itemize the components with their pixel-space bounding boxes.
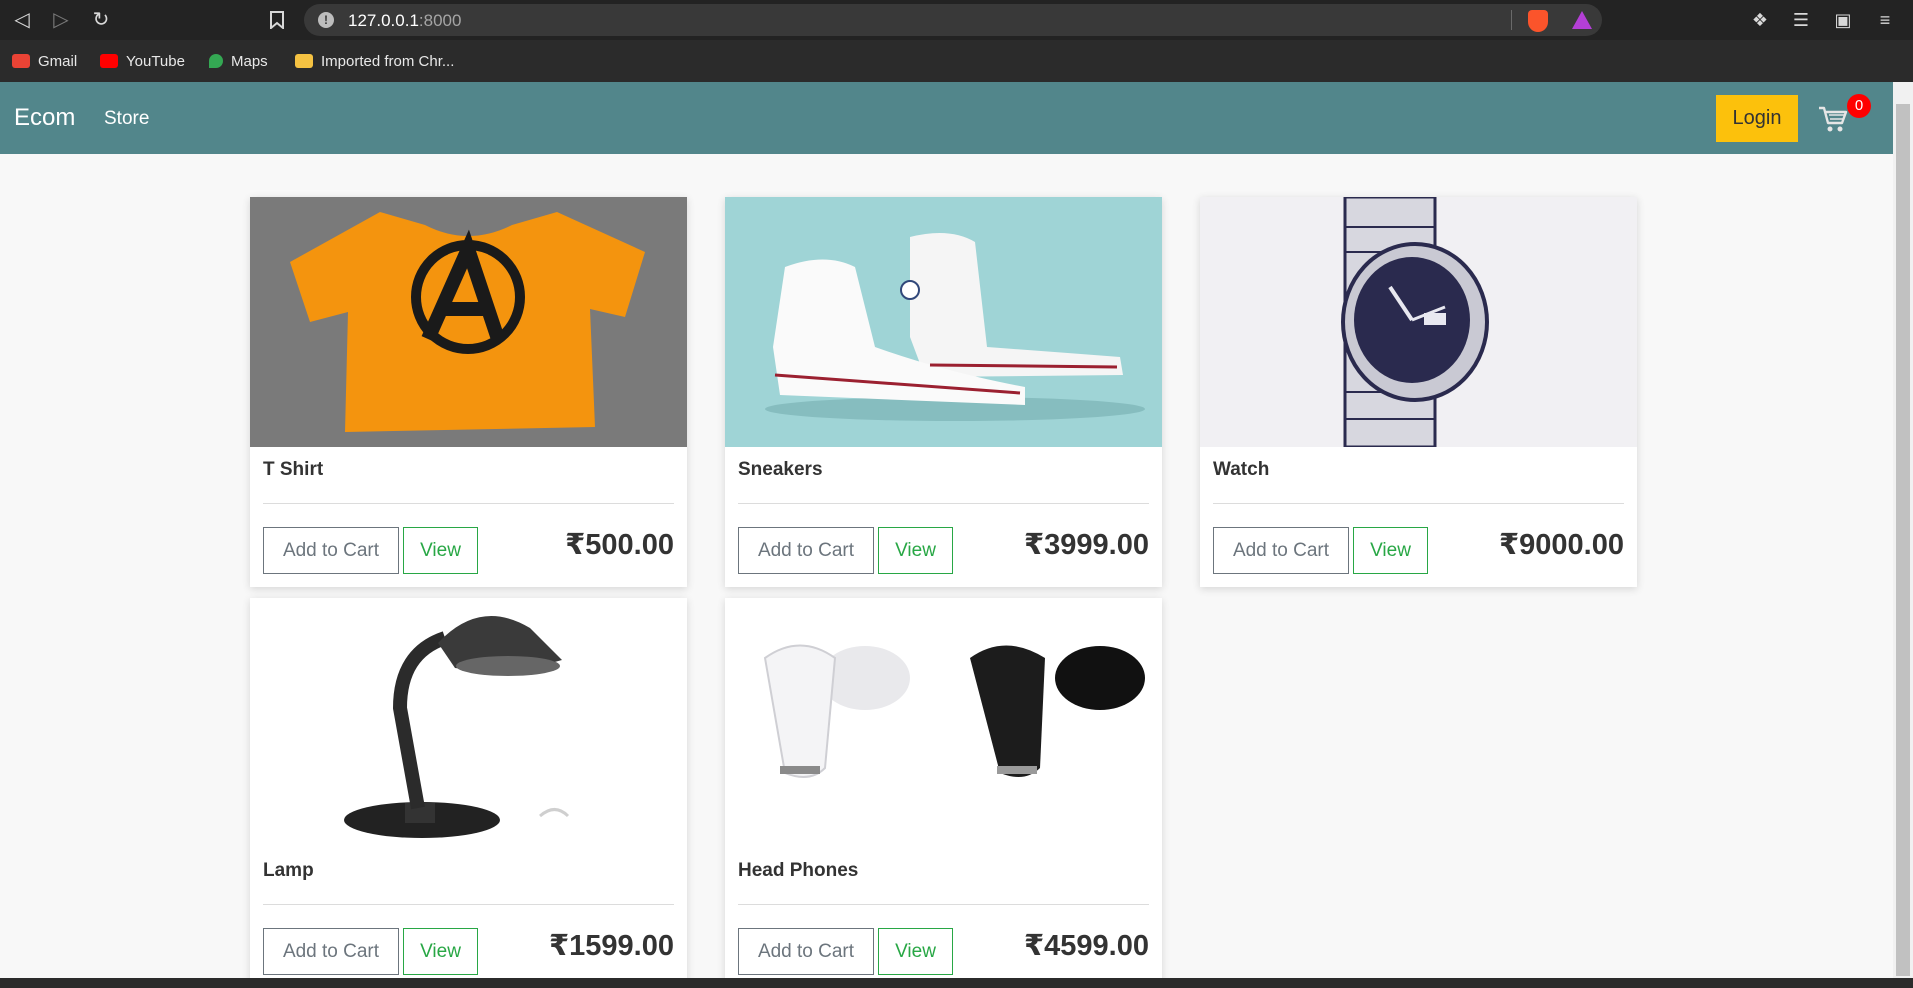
address-bar[interactable]: ! 127.0.0.1:8000 <box>304 4 1602 36</box>
product-image-lamp[interactable] <box>250 598 687 848</box>
card-divider <box>263 904 674 905</box>
view-button[interactable]: View <box>1353 527 1428 574</box>
card-divider <box>738 503 1149 504</box>
bookmark-label: Maps <box>231 52 268 70</box>
cart-count-badge: 0 <box>1847 94 1871 118</box>
product-card: Watch Add to Cart View ₹9000.00 <box>1200 197 1637 587</box>
product-name[interactable]: Sneakers <box>738 459 823 481</box>
card-divider <box>738 904 1149 905</box>
extensions-icon[interactable]: ❖ <box>1746 6 1774 34</box>
site-info-icon[interactable]: ! <box>318 12 334 28</box>
bookmark-youtube[interactable]: YouTube <box>100 50 185 72</box>
folder-icon <box>295 54 313 68</box>
media-queue-icon[interactable]: ☰ <box>1787 6 1815 34</box>
product-image-headphones[interactable] <box>725 598 1162 848</box>
cart-icon[interactable] <box>1818 104 1848 134</box>
bookmark-label: Gmail <box>38 52 78 70</box>
product-card: Lamp Add to Cart View ₹1599.00 <box>250 598 687 988</box>
bookmark-icon[interactable] <box>263 6 291 34</box>
bookmark-gmail[interactable]: Gmail <box>12 50 77 72</box>
product-price: ₹500.00 <box>565 529 674 561</box>
card-divider <box>263 503 674 504</box>
product-name[interactable]: Watch <box>1213 459 1269 481</box>
app-navbar: Ecom Store Login 0 <box>0 82 1893 154</box>
add-to-cart-button[interactable]: Add to Cart <box>263 928 399 975</box>
product-card: T Shirt Add to Cart View ₹500.00 <box>250 197 687 587</box>
add-to-cart-button[interactable]: Add to Cart <box>263 527 399 574</box>
window-bottom-edge <box>0 978 1913 988</box>
brave-shields-icon[interactable] <box>1528 10 1548 32</box>
product-price: ₹1599.00 <box>548 930 674 962</box>
brave-rewards-icon[interactable] <box>1572 11 1592 29</box>
login-button[interactable]: Login <box>1716 95 1798 142</box>
page-scrollbar[interactable] <box>1893 82 1913 978</box>
maps-icon <box>209 54 223 68</box>
url-divider <box>1511 10 1512 30</box>
back-icon[interactable]: ◁ <box>8 6 36 34</box>
brand-logo[interactable]: Ecom <box>14 104 75 132</box>
product-card: Sneakers Add to Cart View ₹3999.00 <box>725 197 1162 587</box>
product-name[interactable]: T Shirt <box>263 459 323 481</box>
view-button[interactable]: View <box>403 527 478 574</box>
add-to-cart-button[interactable]: Add to Cart <box>738 928 874 975</box>
product-price: ₹9000.00 <box>1498 529 1624 561</box>
product-card: Head Phones Add to Cart View ₹4599.00 <box>725 598 1162 988</box>
gmail-icon <box>12 54 30 68</box>
product-image-watch[interactable] <box>1200 197 1637 447</box>
bookmarks-bar: Gmail YouTube Maps Imported from Chr... <box>0 40 1913 82</box>
browser-toolbar: ◁ ▷ ↻ ! 127.0.0.1:8000 ❖ ☰ ▣ ≡ <box>0 0 1913 40</box>
bookmark-label: Imported from Chr... <box>321 52 455 70</box>
product-name[interactable]: Head Phones <box>738 860 858 882</box>
add-to-cart-button[interactable]: Add to Cart <box>738 527 874 574</box>
wallet-icon[interactable]: ▣ <box>1829 6 1857 34</box>
reload-icon[interactable]: ↻ <box>87 6 115 34</box>
add-to-cart-button[interactable]: Add to Cart <box>1213 527 1349 574</box>
card-divider <box>1213 503 1624 504</box>
bookmark-maps[interactable]: Maps <box>209 50 268 72</box>
product-image-sneakers[interactable] <box>725 197 1162 447</box>
nav-link-store[interactable]: Store <box>104 108 149 130</box>
view-button[interactable]: View <box>878 928 953 975</box>
product-price: ₹3999.00 <box>1023 529 1149 561</box>
bookmark-imported-folder[interactable]: Imported from Chr... <box>295 50 454 72</box>
forward-icon[interactable]: ▷ <box>47 6 75 34</box>
product-price: ₹4599.00 <box>1023 930 1149 962</box>
url-text[interactable]: 127.0.0.1:8000 <box>348 11 461 31</box>
view-button[interactable]: View <box>878 527 953 574</box>
view-button[interactable]: View <box>403 928 478 975</box>
scrollbar-thumb[interactable] <box>1896 104 1910 976</box>
youtube-icon <box>100 54 118 68</box>
product-image-tshirt[interactable] <box>250 197 687 447</box>
bookmark-label: YouTube <box>126 52 185 70</box>
product-name[interactable]: Lamp <box>263 860 314 882</box>
menu-icon[interactable]: ≡ <box>1871 6 1899 34</box>
